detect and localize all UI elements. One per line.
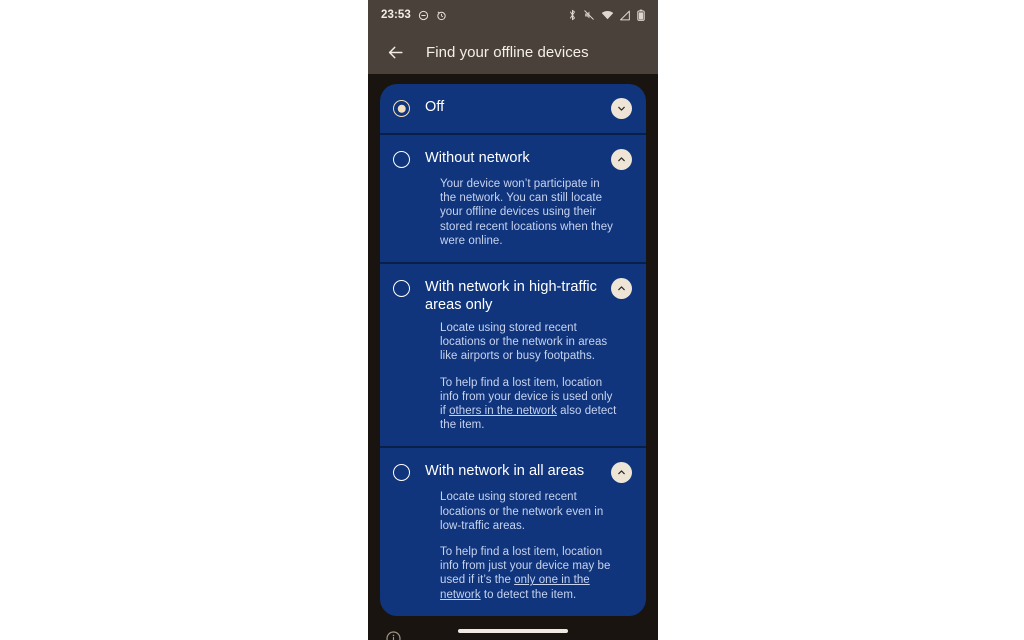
screenshot-root: 23:53 Find your offline devices Off With… [0,0,1024,640]
phone-device-frame: 23:53 Find your offline devices Off With… [368,0,658,640]
option-header: Off [393,98,632,119]
cellular-signal-icon [620,10,631,21]
chevron-down-icon[interactable] [611,98,632,119]
option-high-traffic-areas-only[interactable]: With network in high-traffic areas only … [380,262,646,446]
option-paragraph: Locate using stored recent locations or … [440,322,608,363]
status-bar-right [568,9,645,21]
bluetooth-icon [568,9,577,21]
chevron-up-icon[interactable] [611,462,632,484]
option-description-high-traffic-areas-only: Locate using stored recent locations or … [440,321,632,432]
gesture-navigation-bar[interactable] [458,629,568,633]
status-bar: 23:53 [368,0,658,30]
paragraph-text-after: to detect the item. [480,588,577,601]
chevron-up-icon[interactable] [611,278,632,300]
page-title: Find your offline devices [426,43,589,61]
option-title-high-traffic-areas-only: With network in high-traffic areas only [425,279,597,314]
others-in-the-network-link[interactable]: others in the network [449,405,557,417]
status-bar-left: 23:53 [381,9,447,21]
option-paragraph-with-link: To help find a lost item, location info … [440,545,618,602]
option-off[interactable]: Off [380,84,646,133]
status-clock: 23:53 [381,9,411,21]
content-area: Off Without network Your device won’t pa… [368,74,658,640]
option-paragraph: Your device won’t participate in the net… [440,178,613,247]
battery-icon [637,9,645,21]
radio-high-traffic-areas-only[interactable] [393,280,410,298]
option-description-without-network: Your device won’t participate in the net… [440,177,632,248]
option-description-all-areas: Locate using stored recent locations or … [440,490,632,601]
option-title-off: Off [425,99,445,115]
option-header: With network in all areas [393,462,632,484]
radio-without-network[interactable] [393,151,410,168]
option-title-without-network: Without network [425,150,530,166]
option-without-network[interactable]: Without network Your device won’t partic… [380,133,646,262]
info-icon[interactable] [384,630,402,640]
option-paragraph: Locate using stored recent locations or … [440,491,604,532]
radio-all-areas[interactable] [393,464,410,482]
option-paragraph-with-link: To help find a lost item, location info … [440,376,618,433]
option-header: With network in high-traffic areas only [393,278,632,314]
back-button[interactable] [382,39,408,65]
offline-devices-options-card: Off Without network Your device won’t pa… [380,84,646,616]
alarm-icon [436,10,447,21]
radio-off[interactable] [393,100,410,117]
option-title-all-areas: With network in all areas [425,463,585,480]
volume-muted-icon [583,9,595,21]
wifi-icon [601,10,614,21]
app-bar: Find your offline devices [368,30,658,74]
option-all-areas[interactable]: With network in all areas Locate using s… [380,446,646,615]
chevron-up-icon[interactable] [611,149,632,170]
option-header: Without network [393,149,632,170]
do-not-disturb-icon [418,10,429,21]
